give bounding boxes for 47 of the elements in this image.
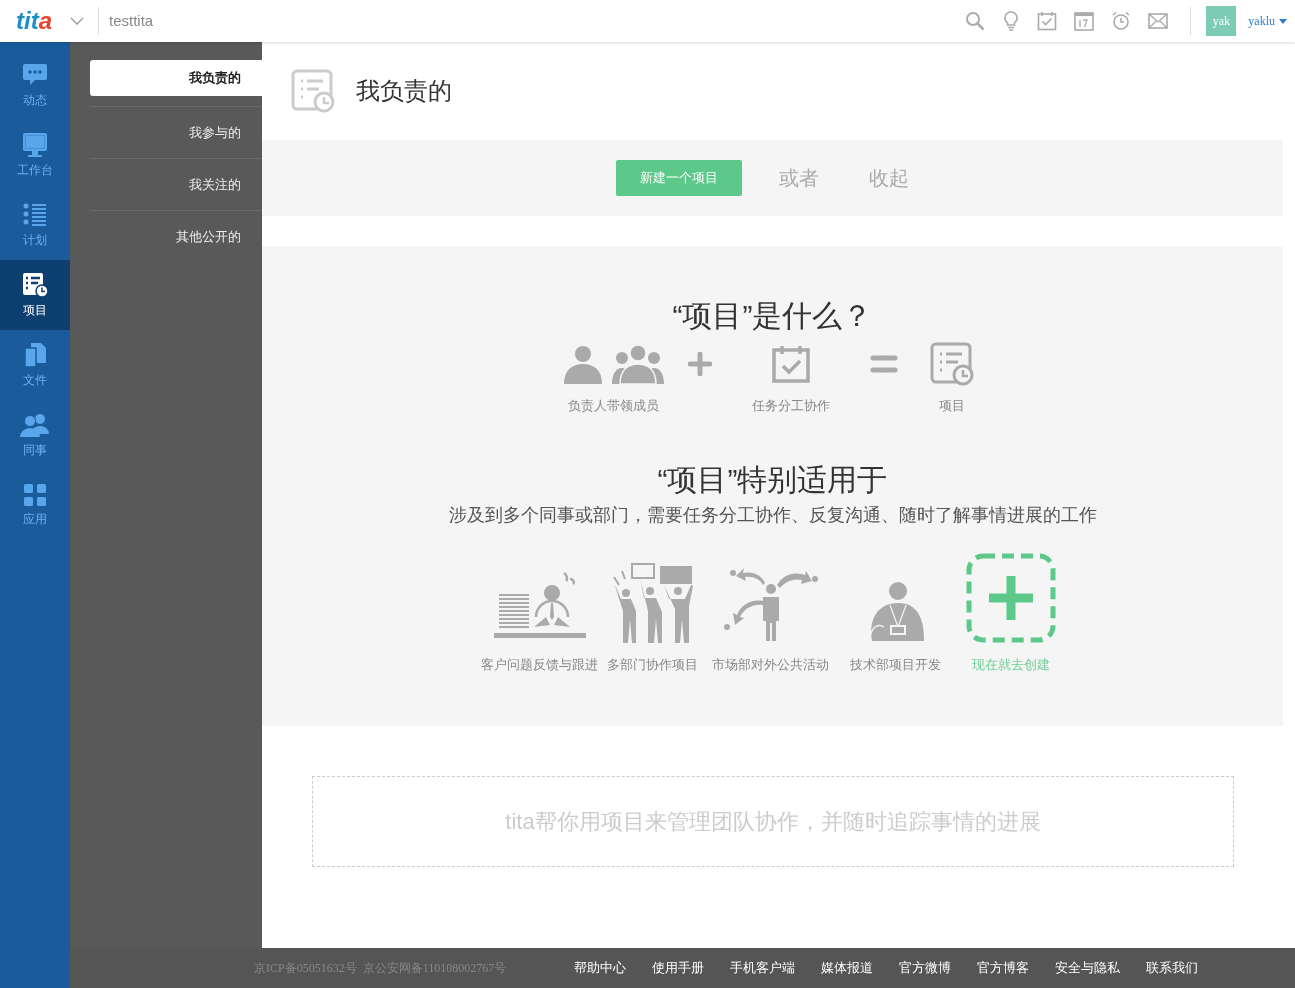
- user-menu[interactable]: yaklu: [1248, 12, 1287, 30]
- or-text: 或者: [779, 166, 819, 191]
- project-list-icon: [291, 69, 335, 113]
- project-icon: [22, 271, 48, 298]
- case-label: 客户问题反馈与跟进: [481, 655, 598, 674]
- formula-label: 负责人带领成员: [568, 397, 659, 415]
- formula-label: 项目: [938, 397, 965, 415]
- mail-icon[interactable]: [1148, 13, 1169, 29]
- chevron-down-icon[interactable]: [70, 16, 84, 26]
- page-title: 我负责的: [356, 76, 452, 106]
- lightbulb-icon[interactable]: [1002, 11, 1021, 31]
- footer-link[interactable]: 使用手册: [652, 958, 705, 978]
- people-icon: [20, 411, 50, 438]
- monitor-icon: [22, 131, 48, 158]
- list-icon: [22, 201, 48, 228]
- calendar-check-icon[interactable]: [1037, 11, 1058, 31]
- chat-bubble-icon: [22, 61, 48, 88]
- grid-icon: [23, 482, 47, 507]
- caret-icon: [1279, 18, 1287, 24]
- case-label: 技术部项目开发: [850, 655, 941, 674]
- calendar-check-icon: [770, 344, 811, 384]
- section-heading: “项目”特别适用于: [657, 461, 888, 498]
- section-description: 涉及到多个同事或部门，需要任务分工协作、反复沟通、随时了解事情进展的工作: [448, 503, 1097, 527]
- footer-link[interactable]: 媒体报道: [821, 958, 874, 978]
- company-name: testtita: [109, 10, 154, 31]
- documents-icon: [22, 341, 48, 368]
- calendar-icon[interactable]: [1074, 11, 1095, 31]
- footer-link[interactable]: 官方博客: [977, 958, 1030, 978]
- footer-link[interactable]: 官方微博: [899, 958, 952, 978]
- project-list-icon: [929, 342, 974, 386]
- dashed-plus-icon[interactable]: [965, 552, 1056, 643]
- people-group-icon: [561, 344, 666, 384]
- footer-link[interactable]: 安全与隐私: [1055, 958, 1121, 978]
- plus-icon: [687, 352, 712, 376]
- footer-link[interactable]: 联系我们: [1146, 958, 1199, 978]
- case-label: 多部门协作项目: [607, 655, 698, 674]
- footer-link[interactable]: 手机客户端: [730, 958, 796, 978]
- search-icon[interactable]: [965, 11, 986, 31]
- alarm-clock-icon[interactable]: [1111, 11, 1132, 31]
- logo[interactable]: tita: [16, 9, 52, 33]
- footer-link[interactable]: 帮助中心: [574, 958, 627, 978]
- formula-label: 任务分工协作: [751, 397, 830, 415]
- section-heading: “项目”是什么？: [672, 298, 873, 334]
- nav-item[interactable]: 项目: [0, 260, 70, 330]
- case-label: 市场部对外公共活动: [712, 655, 829, 674]
- submenu-item[interactable]: 我负责的: [90, 60, 262, 96]
- equals-icon: [869, 355, 898, 373]
